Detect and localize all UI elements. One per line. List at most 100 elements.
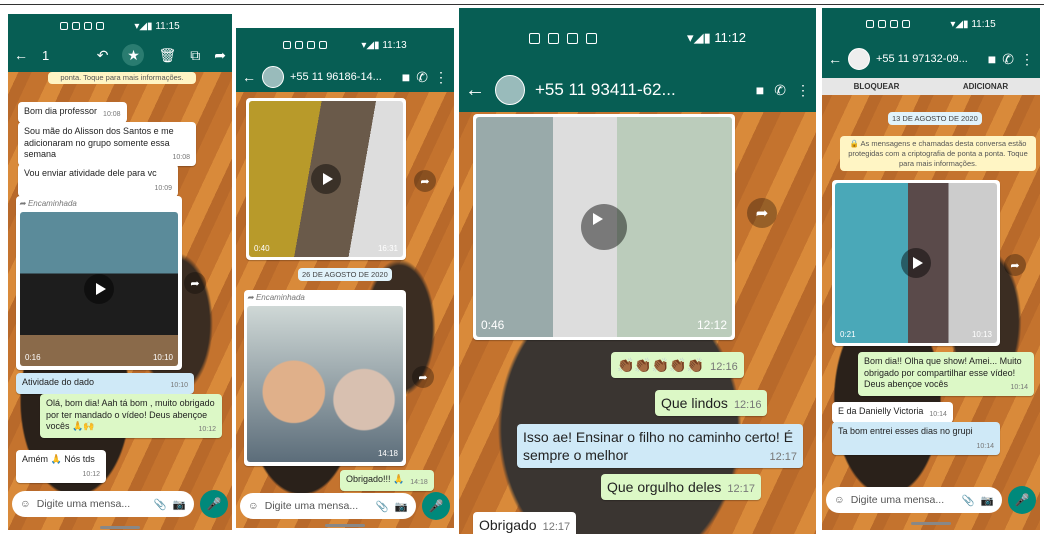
avatar[interactable] <box>262 66 284 88</box>
reply-icon[interactable]: ↶ <box>97 47 109 64</box>
message-in[interactable]: Ta bom entrei esses dias no grupi 10:14 <box>832 422 1000 455</box>
attach-icon: 📎 <box>153 498 167 511</box>
message-in[interactable]: Vou enviar atividade dele para vc 10:09 <box>18 164 178 197</box>
avatar[interactable] <box>495 75 525 105</box>
signal-icon: ▾◢▮ <box>134 20 153 32</box>
phone-icon[interactable]: ✆ <box>1002 51 1014 68</box>
back-icon[interactable]: ← <box>242 69 256 85</box>
mic-button[interactable]: 🎤 <box>422 492 450 520</box>
forwarded-image-message[interactable]: ➦ Encaminhada 14:18 <box>244 290 406 466</box>
back-icon[interactable]: ← <box>14 47 28 63</box>
emoji-icon: ☺ <box>248 500 259 512</box>
message-in[interactable]: Sou mãe do Alisson dos Santos e me adici… <box>18 122 196 167</box>
contact-name[interactable]: +55 11 97132-09... <box>876 53 968 65</box>
message-out[interactable]: Que lindos 12:16 <box>655 390 768 417</box>
phone-icon[interactable]: ✆ <box>774 82 786 99</box>
status-bar: ▾◢▮ 11:12 <box>459 8 816 68</box>
forward-icon[interactable]: ➦ <box>1004 254 1026 276</box>
video-duration: 0:16 <box>25 352 41 362</box>
encryption-notice[interactable]: 🔒 As mensagens e chamadas desta conversa… <box>840 136 1036 172</box>
message-input[interactable]: ☺ Digite uma mensa... 📎 📷 <box>826 487 1002 513</box>
message-input[interactable]: ☺ Digite uma mensa... 📎 📷 <box>240 493 416 519</box>
play-icon[interactable] <box>901 248 931 278</box>
message-in[interactable]: E da Danielly Victoria 10:14 <box>832 402 953 424</box>
video-thumbnail[interactable]: 0:21 10:13 <box>835 183 997 343</box>
back-icon[interactable]: ← <box>465 79 485 102</box>
screenshot-4: ▾◢▮ 11:15 ← +55 11 97132-09... ■ ✆ ⋮ BLO… <box>822 8 1040 530</box>
compose-bar: ☺ Digite uma mensa... 📎 📷 🎤 <box>12 490 228 518</box>
menu-icon[interactable]: ⋮ <box>434 69 448 86</box>
forward-icon: ➦ <box>247 293 256 302</box>
message-out[interactable]: Obrigado!!! 🙏 14:18 <box>340 470 434 492</box>
screenshot-1: ▾◢▮ 11:15 ← 1 ↶ ★ 🗑 ⧉ ➦ ponta. Toque par… <box>8 14 232 530</box>
signal-icon: ▾◢▮ <box>950 18 969 30</box>
date-chip: 13 DE AGOSTO DE 2020 <box>888 112 982 125</box>
menu-icon[interactable]: ⋮ <box>796 82 810 99</box>
chat-header: ← +55 11 93411-62... ■ ✆ ⋮ <box>459 68 816 112</box>
mic-button[interactable]: 🎤 <box>1008 486 1036 514</box>
video-message[interactable]: 0:21 10:13 <box>832 180 1000 346</box>
message-out[interactable]: Olá, bom dia! Aah tá bom , muito obrigad… <box>40 394 222 439</box>
block-button[interactable]: BLOQUEAR <box>822 78 931 95</box>
photo-thumbnail[interactable]: 14:18 <box>247 306 403 462</box>
encryption-notice[interactable]: ponta. Toque para mais informações. <box>48 72 196 84</box>
selection-count: 1 <box>42 47 50 63</box>
video-message[interactable]: 0:40 16:31 <box>246 98 406 260</box>
add-contact-button[interactable]: ADICIONAR <box>931 78 1040 95</box>
compose-bar: ☺ Digite uma mensa... 📎 📷 🎤 <box>240 492 450 520</box>
message-in[interactable]: Bom dia professor 10:08 <box>18 102 127 124</box>
forwarded-video-message[interactable]: ➦ Encaminhada 0:16 10:10 <box>16 196 182 370</box>
video-call-icon[interactable]: ■ <box>756 82 764 98</box>
screenshot-3: ▾◢▮ 11:12 ← +55 11 93411-62... ■ ✆ ⋮ 0:4… <box>459 8 816 534</box>
message-out[interactable]: Bom dia!! Olha que show! Amei... Muito o… <box>858 352 1034 397</box>
chat-header: ← +55 11 97132-09... ■ ✆ ⋮ <box>822 40 1040 78</box>
menu-icon[interactable]: ⋮ <box>1020 51 1034 68</box>
contact-name[interactable]: +55 11 93411-62... <box>535 80 676 100</box>
message-in[interactable]: Amém 🙏 Nós tds 10:12 <box>16 450 106 483</box>
message-in[interactable]: Obrigado 12:17 <box>473 512 577 534</box>
video-thumbnail[interactable]: 0:46 12:12 <box>476 117 732 337</box>
media-caption[interactable]: Atividade do dado 10:10 <box>16 373 194 395</box>
attach-icon: 📎 <box>375 500 389 513</box>
message-out[interactable]: Isso ae! Ensinar o filho no caminho cert… <box>517 424 803 469</box>
message-out[interactable]: Que orgulho deles 12:17 <box>601 474 761 501</box>
date-chip: 26 DE AGOSTO DE 2020 <box>298 268 392 281</box>
status-bar: ▾◢▮ 11:13 <box>236 28 454 62</box>
phone-icon[interactable]: ✆ <box>416 69 428 86</box>
contact-name[interactable]: +55 11 96186-14... <box>290 71 382 83</box>
forwarded-label: ➦ Encaminhada <box>19 199 77 208</box>
mic-button[interactable]: 🎤 <box>200 490 228 518</box>
nav-handle <box>911 522 951 525</box>
nav-handle <box>325 524 365 527</box>
camera-icon: 📷 <box>172 498 186 511</box>
video-message[interactable]: 0:46 12:12 <box>473 114 735 340</box>
video-call-icon[interactable]: ■ <box>402 69 410 85</box>
delete-icon[interactable]: 🗑 <box>158 47 176 64</box>
clock: 11:15 <box>155 20 180 32</box>
video-call-icon[interactable]: ■ <box>988 51 996 67</box>
chat-header: ← +55 11 96186-14... ■ ✆ ⋮ <box>236 62 454 92</box>
copy-icon[interactable]: ⧉ <box>190 47 200 64</box>
forward-icon[interactable]: ➦ <box>412 366 434 388</box>
camera-icon: 📷 <box>394 500 408 513</box>
star-icon[interactable]: ★ <box>122 44 145 66</box>
video-timestamp: 10:10 <box>152 352 173 362</box>
forward-icon[interactable]: ➦ <box>747 198 777 228</box>
video-thumbnail[interactable]: 0:16 10:10 <box>20 212 178 366</box>
message-out[interactable]: 👏🏾👏🏾👏🏾👏🏾👏🏾 12:16 <box>611 352 744 379</box>
play-icon[interactable] <box>581 204 627 250</box>
unknown-contact-actions: BLOQUEAR ADICIONAR <box>822 78 1040 95</box>
avatar[interactable] <box>848 48 870 70</box>
video-thumbnail[interactable]: 0:40 16:31 <box>249 101 403 257</box>
message-input[interactable]: ☺ Digite uma mensa... 📎 📷 <box>12 491 194 517</box>
status-bar: ▾◢▮ 11:15 <box>822 8 1040 40</box>
forward-icon[interactable]: ➦ <box>214 47 226 64</box>
screenshot-2: ▾◢▮ 11:13 ← +55 11 96186-14... ■ ✆ ⋮ 0:4… <box>236 28 454 528</box>
forward-icon[interactable]: ➦ <box>184 272 206 294</box>
attach-icon: 📎 <box>961 494 975 507</box>
back-icon[interactable]: ← <box>828 51 842 67</box>
play-icon[interactable] <box>311 164 341 194</box>
play-icon[interactable] <box>84 274 114 304</box>
nav-handle <box>100 526 140 529</box>
forward-icon[interactable]: ➦ <box>414 170 436 192</box>
